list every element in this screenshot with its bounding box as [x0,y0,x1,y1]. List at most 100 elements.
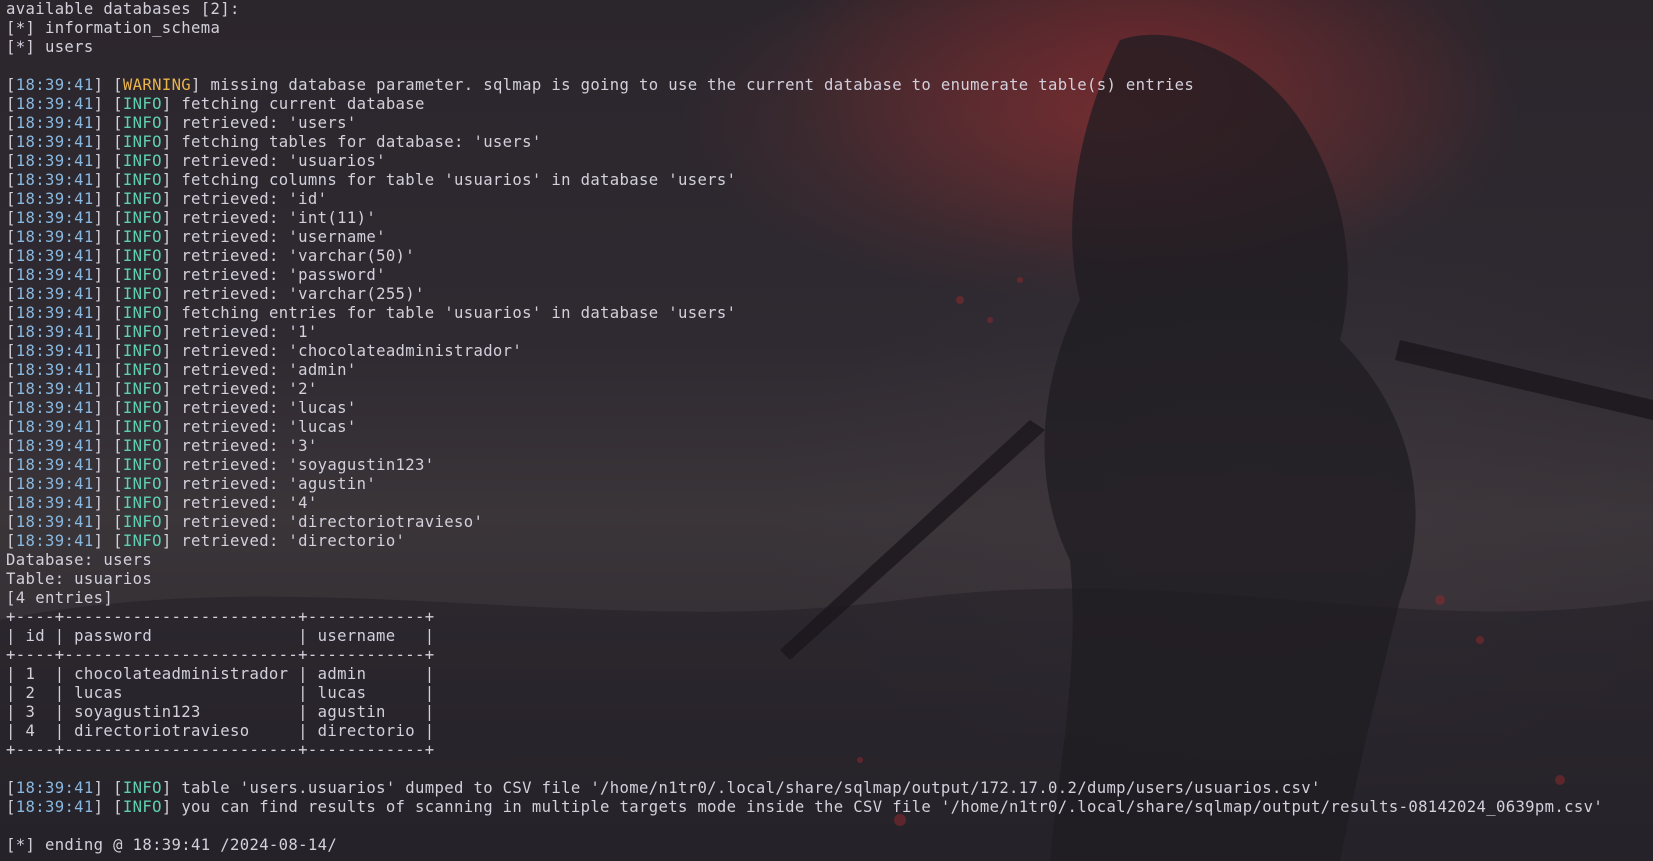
log-level: INFO [122,399,162,417]
log-level: INFO [122,95,162,113]
log-line: [18:39:41] [INFO] retrieved: 'users' [6,114,1653,133]
bracket: ] [161,380,182,398]
log-level: INFO [122,209,162,227]
log-line: [18:39:41] [INFO] retrieved: 'directorio… [6,532,1653,551]
output-line: +----+------------------------+---------… [6,741,435,759]
bracket: ] [161,399,182,417]
log-timestamp: 18:39:41 [15,247,94,265]
log-timestamp: 18:39:41 [15,399,94,417]
bracket: ] [ [93,779,123,797]
log-timestamp: 18:39:41 [15,475,94,493]
bracket: ] [ [93,190,123,208]
log-line: [18:39:41] [INFO] fetching current datab… [6,95,1653,114]
bracket: ] [161,133,182,151]
log-level: INFO [122,779,162,797]
log-timestamp: 18:39:41 [15,190,94,208]
log-message: retrieved: 'chocolateadministrador' [181,342,523,360]
output-line: | id | password | username | [6,627,435,645]
bracket: ] [161,418,182,436]
bracket: [ [6,342,16,360]
bracket: ] [161,494,182,512]
bracket: ] [ [93,304,123,322]
bracket: ] [161,209,182,227]
log-timestamp: 18:39:41 [15,418,94,436]
output-line: +----+------------------------+---------… [6,608,435,626]
bracket: ] [ [93,285,123,303]
log-message: retrieved: 'varchar(50)' [181,247,416,265]
log-message: retrieved: 'lucas' [181,418,357,436]
log-line: [18:39:41] [INFO] table 'users.usuarios'… [6,779,1653,798]
output-line: [*] ending @ 18:39:41 /2024-08-14/ [6,836,338,854]
log-timestamp: 18:39:41 [15,456,94,474]
bracket: ] [ [93,475,123,493]
bracket: [ [6,133,16,151]
log-level: INFO [122,285,162,303]
log-level: INFO [122,304,162,322]
bracket: ] [ [93,437,123,455]
bracket: ] [ [93,494,123,512]
bracket: ] [161,95,182,113]
log-level: INFO [122,247,162,265]
log-level: INFO [122,437,162,455]
bracket: ] [161,779,182,797]
log-line: [18:39:41] [INFO] retrieved: '3' [6,437,1653,456]
log-level: INFO [122,342,162,360]
bracket: [ [6,798,16,816]
log-timestamp: 18:39:41 [15,361,94,379]
bracket: [ [6,380,16,398]
terminal-output: available databases [2]: [*] information_… [6,0,1653,855]
log-line: [18:39:41] [INFO] retrieved: 'varchar(50… [6,247,1653,266]
log-timestamp: 18:39:41 [15,304,94,322]
log-message: retrieved: 'username' [181,228,386,246]
bracket: [ [6,475,16,493]
log-line: [18:39:41] [INFO] fetching entries for t… [6,304,1653,323]
log-line: [18:39:41] [INFO] retrieved: 'password' [6,266,1653,285]
bracket: [ [6,779,16,797]
log-level: WARNING [122,76,192,94]
bracket: [ [6,171,16,189]
log-level: INFO [122,494,162,512]
bracket: ] [ [93,456,123,474]
log-timestamp: 18:39:41 [15,437,94,455]
bracket: [ [6,285,16,303]
bracket: [ [6,323,16,341]
log-timestamp: 18:39:41 [15,266,94,284]
log-line: [18:39:41] [INFO] retrieved: '2' [6,380,1653,399]
log-message: retrieved: 'id' [181,190,328,208]
bracket: [ [6,456,16,474]
log-message: retrieved: '3' [181,437,318,455]
log-timestamp: 18:39:41 [15,228,94,246]
output-line: | 1 | chocolateadministrador | admin | [6,665,435,683]
bracket: ] [ [93,798,123,816]
output-line: [4 entries] [6,589,114,607]
bracket: [ [6,152,16,170]
log-message: table 'users.usuarios' dumped to CSV fil… [181,779,1321,797]
bracket: [ [6,95,16,113]
log-timestamp: 18:39:41 [15,285,94,303]
bracket: ] [ [93,323,123,341]
log-line: [18:39:41] [INFO] retrieved: 'soyagustin… [6,456,1653,475]
log-line: [18:39:41] [INFO] retrieved: 'agustin' [6,475,1653,494]
bracket: ] [191,76,211,94]
log-level: INFO [122,133,162,151]
bracket: ] [ [93,247,123,265]
bracket: ] [ [93,532,123,550]
terminal-window[interactable]: available databases [2]: [*] information_… [0,0,1653,861]
log-line: [18:39:41] [INFO] retrieved: '4' [6,494,1653,513]
output-line: | 4 | directoriotravieso | directorio | [6,722,435,740]
log-message: fetching entries for table 'usuarios' in… [181,304,737,322]
log-message: retrieved: 'int(11)' [181,209,377,227]
log-timestamp: 18:39:41 [15,779,94,797]
bracket: ] [161,532,182,550]
bracket: ] [161,228,182,246]
bracket: ] [161,247,182,265]
bracket: [ [6,190,16,208]
bracket: ] [ [93,380,123,398]
bracket: ] [161,114,182,132]
bracket: ] [161,475,182,493]
log-level: INFO [122,152,162,170]
log-level: INFO [122,513,162,531]
